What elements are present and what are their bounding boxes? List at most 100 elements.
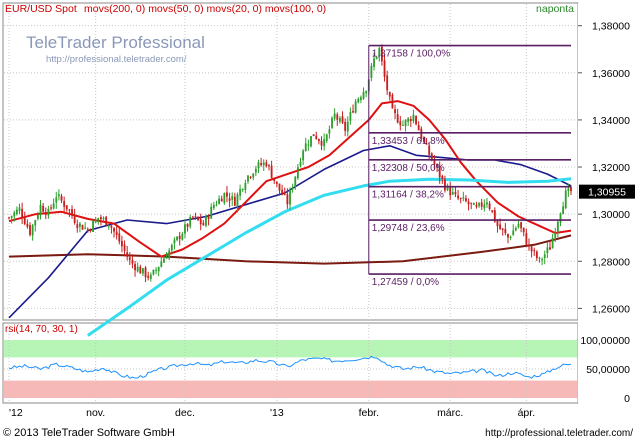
candle-down: [470, 202, 473, 204]
candle-up: [239, 189, 242, 196]
candle-up: [184, 224, 186, 234]
fib-level-label: 1,31164 / 38,2%: [372, 190, 444, 201]
candle-up: [92, 220, 94, 232]
candle-up: [551, 238, 554, 249]
candle-down: [115, 231, 118, 236]
candle-up: [412, 114, 415, 122]
candle-down: [110, 225, 113, 228]
candle-down: [507, 234, 509, 238]
candle-up: [362, 91, 365, 99]
candle-up: [165, 257, 168, 259]
candle-up: [136, 266, 139, 272]
candle-down: [178, 235, 181, 240]
rsi-tick-label: 100,00000: [580, 335, 630, 347]
candle-up: [205, 216, 207, 226]
candle-down: [391, 94, 394, 109]
candle-down: [535, 251, 538, 259]
candle-up: [541, 259, 544, 261]
candle-down: [105, 216, 108, 226]
candle-down: [488, 203, 491, 210]
candle-up: [407, 118, 410, 122]
candle-up: [564, 190, 567, 208]
candle-down: [21, 208, 24, 218]
candle-down: [147, 275, 150, 278]
candle-up: [370, 65, 373, 78]
candle-down: [249, 176, 252, 178]
candle-up: [299, 161, 302, 166]
candle-down: [336, 114, 339, 120]
candle-up: [181, 233, 184, 240]
candle-up: [310, 136, 312, 147]
candle-down: [44, 212, 47, 215]
candle-up: [212, 205, 215, 208]
candle-down: [501, 228, 504, 230]
candle-up: [39, 204, 42, 216]
candle-down: [525, 233, 528, 245]
candle-down: [315, 135, 318, 139]
candle-up: [163, 258, 165, 263]
candle-down: [457, 195, 459, 199]
period-label[interactable]: naponta: [536, 3, 574, 15]
candle-down: [504, 229, 507, 234]
candle-down: [352, 111, 354, 113]
candle-up: [84, 227, 87, 229]
candle-up: [562, 206, 565, 215]
candle-down: [199, 218, 202, 225]
candle-up: [176, 236, 178, 240]
candle-up: [346, 121, 349, 132]
candle-up: [142, 268, 144, 274]
candle-up: [55, 197, 58, 203]
candle-down: [113, 227, 115, 232]
study-list: movs(200, 0) movs(50, 0) movs(20, 0) mov…: [84, 3, 326, 15]
candle-up: [451, 192, 454, 195]
rsi-tick-label: 50,00000: [586, 364, 630, 376]
candle-up: [173, 239, 176, 244]
candle-down: [202, 222, 205, 226]
candle-up: [223, 193, 226, 203]
rsi-label: rsi(14, 70, 30, 1): [5, 324, 78, 335]
candle-down: [118, 233, 121, 242]
last-price-badge: 1,30955: [579, 184, 635, 199]
candle-down: [520, 222, 523, 229]
candle-down: [386, 75, 389, 91]
candle-up: [189, 216, 192, 227]
footer-copyright: © 2013 TeleTrader Software GmbH: [3, 427, 175, 439]
candle-up: [338, 118, 341, 122]
candle-up: [257, 162, 260, 169]
time-axis-ticks: '12 nov. dec. '13 febr. márc. ápr.: [9, 407, 535, 419]
candle-up: [149, 274, 152, 279]
candle-up: [210, 206, 213, 219]
candle-down: [81, 225, 84, 230]
candle-up: [78, 223, 81, 227]
footer-url[interactable]: http://professional.teletrader.com/: [485, 428, 633, 439]
candle-down: [186, 224, 189, 227]
candle-down: [465, 198, 467, 202]
candle-up: [160, 261, 163, 267]
candle-up: [289, 189, 291, 205]
candle-up: [359, 97, 362, 101]
candle-up: [157, 266, 160, 272]
time-tick-label: '13: [270, 407, 284, 419]
candle-down: [134, 264, 136, 271]
candle-down: [286, 194, 289, 205]
time-tick-label: nov.: [86, 407, 105, 419]
candle-down: [50, 207, 52, 209]
price-tick-label: 1,34000: [592, 115, 630, 127]
candle-up: [241, 188, 244, 191]
candle-up: [254, 168, 257, 173]
candle-up: [294, 176, 297, 187]
candle-down: [73, 214, 76, 223]
price-tick-label: 1,38000: [592, 21, 630, 33]
candle-up: [15, 209, 18, 214]
candle-down: [444, 179, 446, 191]
candle-down: [459, 198, 462, 200]
candle-up: [512, 230, 515, 236]
candle-up: [107, 225, 110, 227]
candle-down: [417, 125, 420, 131]
chart-window: 1,37158 / 100,0% 1,33453 / 61,8% 1,32308 /…: [0, 0, 637, 440]
candle-up: [36, 214, 39, 219]
watermark-url: http://professional.teletrader.com/: [46, 54, 187, 65]
candle-down: [409, 118, 412, 122]
candle-down: [344, 121, 347, 131]
price-tick-label: 1,28000: [592, 256, 630, 268]
